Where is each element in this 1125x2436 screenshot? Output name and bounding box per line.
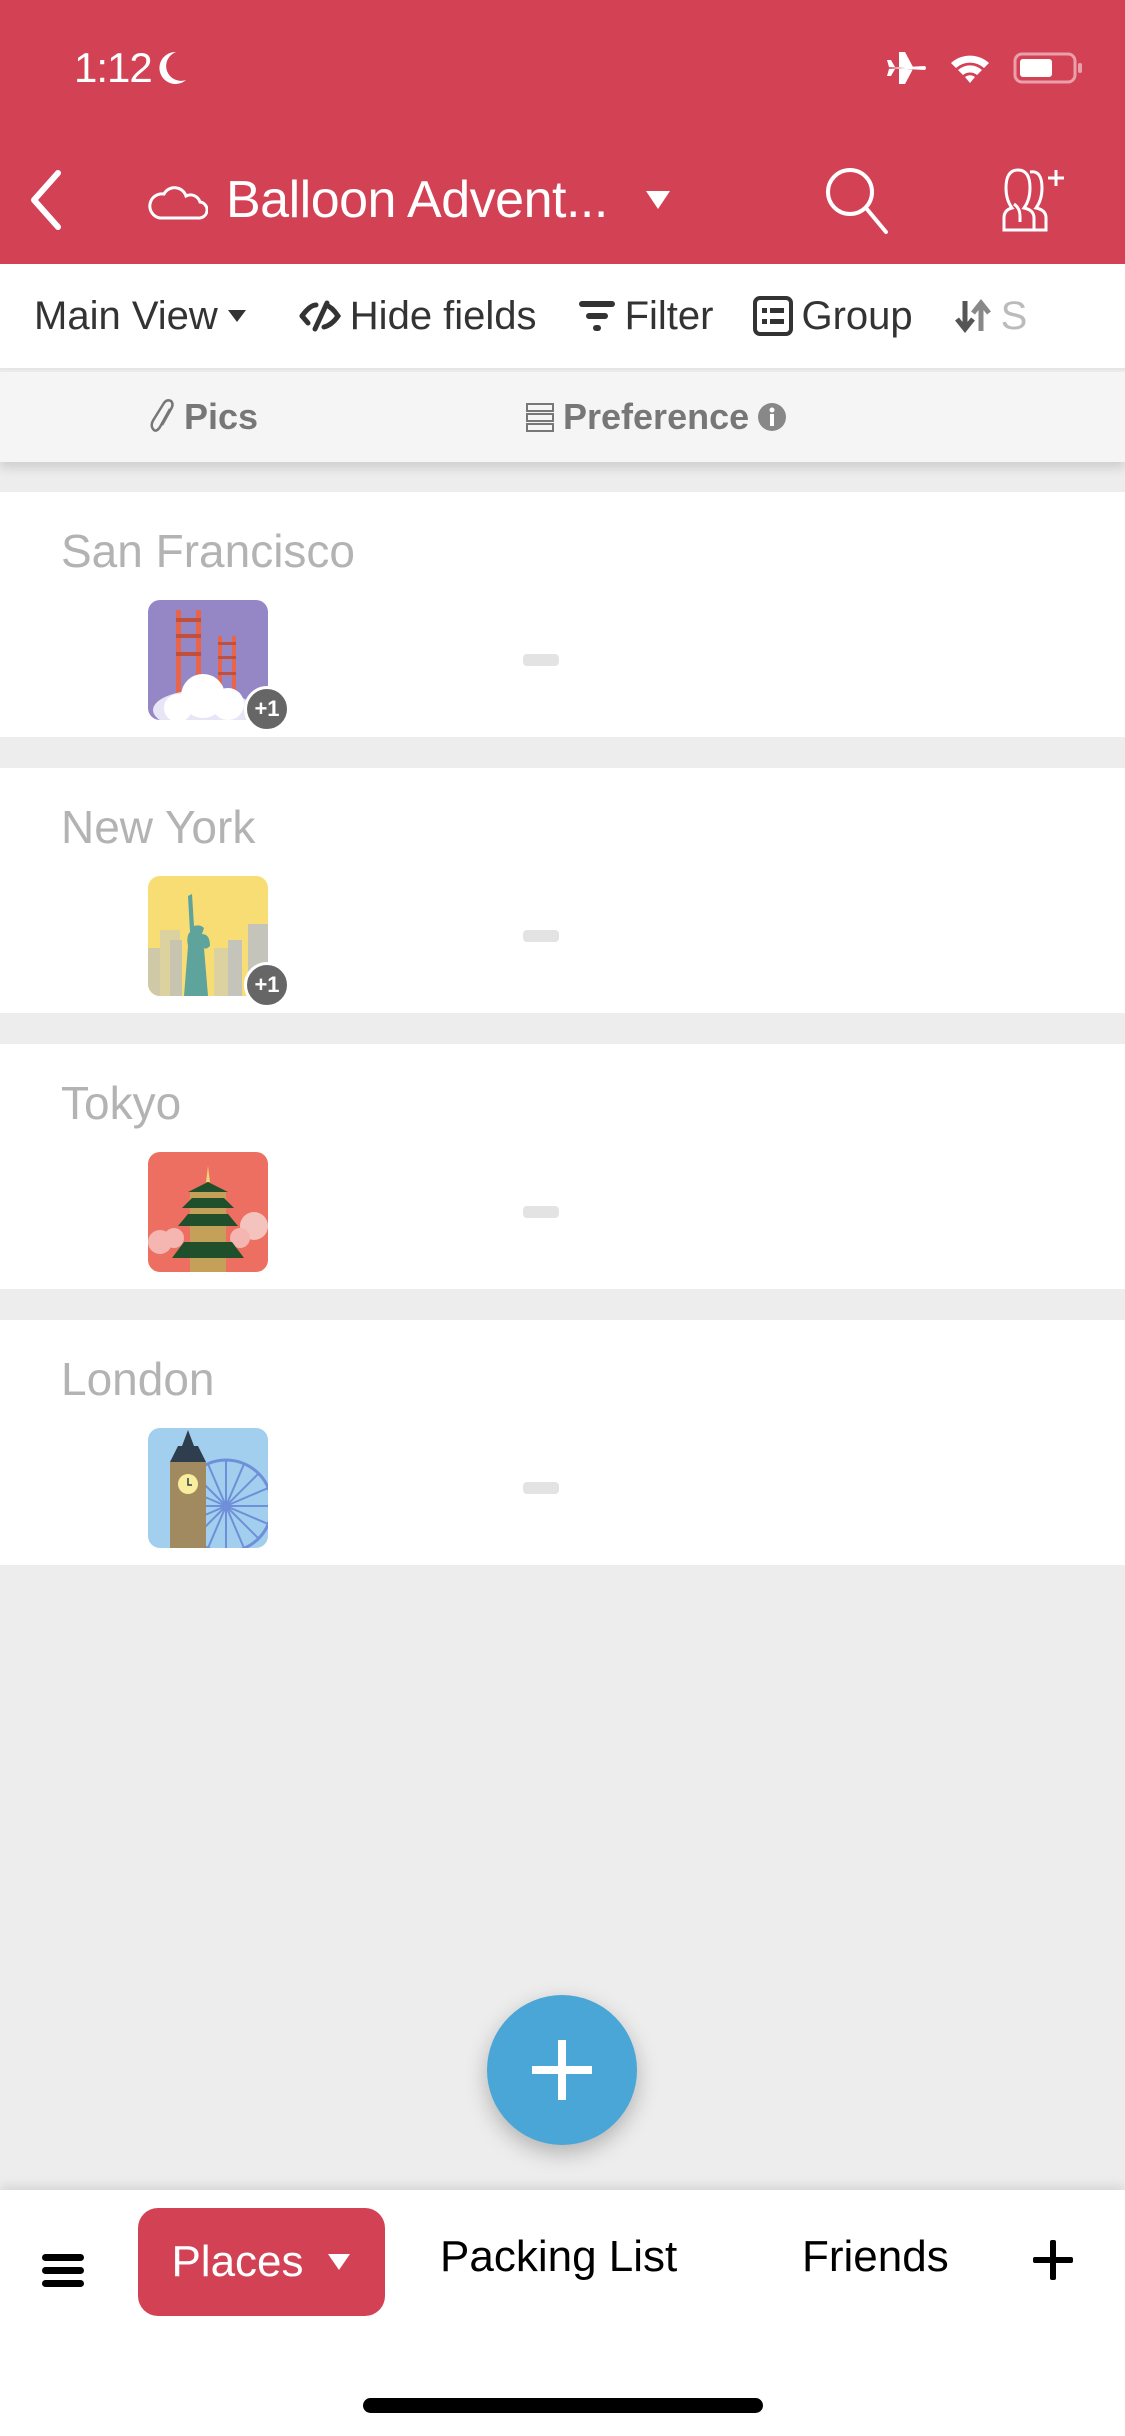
back-button[interactable] <box>20 165 70 235</box>
hide-eye-icon <box>299 300 341 332</box>
table-tab-bar: Places Packing List Friends <box>0 2190 1125 2436</box>
record-card[interactable]: Tokyo <box>0 1044 1125 1289</box>
preference-empty-value <box>523 654 559 666</box>
record-attachment-thumbnail[interactable] <box>148 1428 268 1548</box>
hide-fields-label: Hide fields <box>349 293 537 338</box>
view-toolbar: Main View Hide fields Filter Group S <box>0 264 1125 370</box>
status-icons <box>885 50 1085 86</box>
column-header-row: Pics Preference <box>0 372 1125 462</box>
view-switcher[interactable]: Main View <box>34 294 248 339</box>
clock: 1:12 <box>74 44 153 91</box>
filter-icon <box>578 301 615 331</box>
group-label: Group <box>801 293 913 338</box>
tab-packing-list[interactable]: Packing List <box>440 2232 677 2282</box>
chevron-left-icon <box>31 170 61 230</box>
more-attachments-badge[interactable]: +1 <box>244 962 290 1008</box>
column-label: Pics <box>184 396 259 437</box>
record-name: New York <box>61 801 256 853</box>
multi-select-icon <box>526 403 554 432</box>
base-title: Balloon Advent... <box>226 171 608 229</box>
add-collaborator-button[interactable] <box>990 164 1070 236</box>
sort-icon <box>954 298 991 334</box>
more-attachments-badge[interactable]: +1 <box>244 686 290 732</box>
tab-friends[interactable]: Friends <box>802 2232 949 2282</box>
search-icon <box>826 168 888 234</box>
tab-label: Places <box>171 2237 304 2286</box>
battery-icon <box>1013 52 1082 84</box>
add-table-button[interactable] <box>1033 2240 1073 2280</box>
cloud-icon <box>148 186 208 220</box>
preference-empty-value <box>523 1206 559 1218</box>
preference-empty-value <box>523 930 559 942</box>
caret-down-icon <box>327 2254 350 2270</box>
hide-fields-button[interactable]: Hide fields <box>298 294 537 339</box>
column-header-pics[interactable]: Pics <box>150 396 258 438</box>
plus-icon <box>532 2040 592 2100</box>
hamburger-menu-icon <box>42 2254 84 2287</box>
record-name: London <box>61 1353 215 1405</box>
caret-down-icon <box>227 310 246 322</box>
search-button[interactable] <box>822 164 892 236</box>
app-header: 1:12 Balloon Advent... <box>0 0 1125 264</box>
pagoda-image <box>148 1152 268 1272</box>
sort-button[interactable]: S <box>953 293 1028 339</box>
airplane-icon <box>887 52 926 84</box>
wifi-icon <box>951 55 989 83</box>
add-record-button[interactable] <box>487 1995 637 2145</box>
status-time: 1:12 <box>74 44 188 92</box>
moon-icon <box>159 51 186 84</box>
column-label: Preference <box>563 396 750 437</box>
paperclip-icon <box>150 399 174 432</box>
sort-label: S <box>1000 293 1028 338</box>
filter-button[interactable]: Filter <box>577 293 714 339</box>
record-attachment-thumbnail[interactable] <box>148 1152 268 1272</box>
column-header-preference[interactable]: Preference <box>525 396 787 438</box>
caret-down-icon <box>645 191 670 209</box>
record-card[interactable]: San Francisco +1 <box>0 492 1125 737</box>
add-collaborator-icon <box>1002 168 1064 232</box>
base-title-button[interactable]: Balloon Advent... <box>148 162 672 238</box>
filter-label: Filter <box>624 293 714 338</box>
record-name: Tokyo <box>61 1077 182 1129</box>
preference-empty-value <box>523 1482 559 1494</box>
record-card[interactable]: London <box>0 1320 1125 1565</box>
big-ben-image <box>148 1428 268 1548</box>
menu-button[interactable] <box>42 2252 84 2290</box>
info-icon[interactable] <box>757 402 787 432</box>
record-name: San Francisco <box>61 525 356 577</box>
group-icon <box>753 296 794 336</box>
record-card[interactable]: New York +1 <box>0 768 1125 1013</box>
plus-icon <box>1033 2240 1073 2280</box>
group-button[interactable]: Group <box>753 293 913 339</box>
home-indicator <box>363 2398 763 2413</box>
view-label: Main View <box>34 293 218 338</box>
tab-places[interactable]: Places <box>138 2208 385 2316</box>
